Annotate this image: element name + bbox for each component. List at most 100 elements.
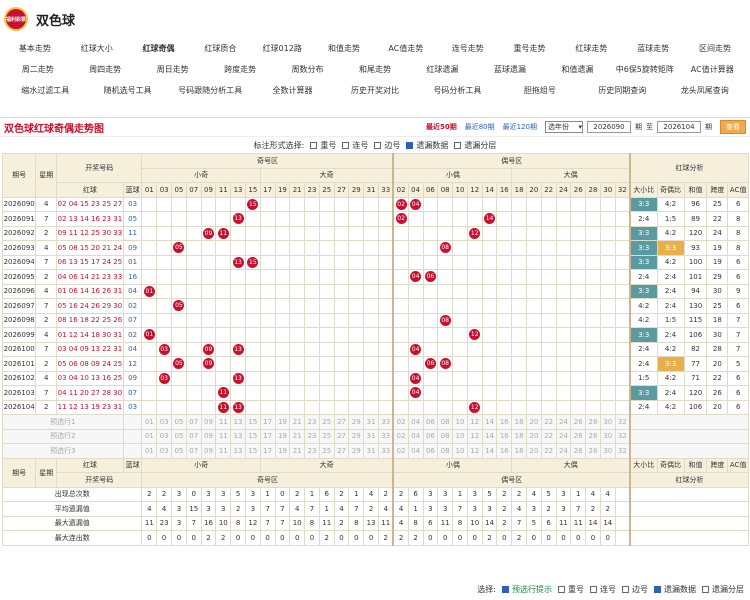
checkbox-icon[interactable] bbox=[310, 141, 318, 149]
even-cell bbox=[392, 283, 409, 299]
analysis-cell: 2:4 bbox=[656, 385, 685, 401]
nav-link[interactable]: 和尾走势 bbox=[341, 64, 408, 75]
nav-link[interactable]: 历史开奖对比 bbox=[334, 85, 416, 96]
nav-link[interactable]: 号码跟随分析工具 bbox=[169, 85, 251, 96]
foot-option[interactable]: 遗漏数据 bbox=[654, 584, 696, 595]
even-cell bbox=[585, 211, 601, 227]
nav-link[interactable]: 号码分析工具 bbox=[416, 85, 498, 96]
preselect-odd: 13 bbox=[230, 443, 246, 459]
analysis-cell: 3:3 bbox=[629, 385, 658, 401]
year-select[interactable]: 选年份 ▾ bbox=[545, 121, 583, 133]
preselect-even: 18 bbox=[511, 443, 527, 459]
nav-link[interactable]: 周四走势 bbox=[71, 64, 138, 75]
even-cell: 08 bbox=[437, 356, 454, 372]
nav-link[interactable]: 周数分布 bbox=[274, 64, 341, 75]
nav-link[interactable]: 连号走势 bbox=[437, 43, 499, 54]
nav-link[interactable]: 跨度走势 bbox=[206, 64, 273, 75]
recent-50-link[interactable]: 最近50期 bbox=[426, 122, 457, 132]
odd-cell bbox=[215, 283, 232, 299]
checkbox-icon[interactable] bbox=[342, 141, 350, 149]
even-cell bbox=[466, 298, 483, 314]
recent-120-link[interactable]: 最近120期 bbox=[503, 122, 537, 132]
checkbox-icon[interactable] bbox=[558, 585, 565, 593]
even-cell bbox=[511, 385, 527, 401]
blue-number-cell: 04 bbox=[122, 341, 143, 357]
checkbox-icon[interactable] bbox=[374, 141, 382, 149]
foot-option[interactable]: 边号 bbox=[622, 584, 648, 595]
nav-link[interactable]: 历史同期查询 bbox=[581, 85, 663, 96]
analysis-col-header: 和值 bbox=[683, 182, 708, 198]
stats-cell: 2 bbox=[407, 530, 424, 546]
nav-link[interactable]: 红球质合 bbox=[189, 43, 251, 54]
nav-link[interactable]: 蓝球走势 bbox=[622, 43, 684, 54]
even-cell bbox=[481, 269, 498, 285]
nav-link[interactable]: 和值遗漏 bbox=[544, 64, 611, 75]
even-cell bbox=[585, 385, 601, 401]
nav-link[interactable]: 红球大小 bbox=[66, 43, 128, 54]
nav-link[interactable]: 胆拖组号 bbox=[499, 85, 581, 96]
preselect-even: 10 bbox=[452, 428, 468, 444]
analysis-cell: 7 bbox=[727, 327, 750, 343]
nav-link[interactable]: 重号走势 bbox=[499, 43, 561, 54]
checkbox-icon[interactable] bbox=[406, 141, 414, 149]
nav-link[interactable]: 缩水过滤工具 bbox=[4, 85, 86, 96]
checkbox-icon[interactable] bbox=[454, 141, 462, 149]
odd-cell bbox=[333, 399, 350, 415]
page-title: 双色球红球奇偶走势图 bbox=[4, 123, 104, 135]
checkbox-icon[interactable] bbox=[502, 585, 509, 593]
lottery-logo[interactable]: 福利彩票 bbox=[4, 7, 28, 31]
nav-link[interactable]: 红球走势 bbox=[560, 43, 622, 54]
preselect-even: 04 bbox=[407, 428, 424, 444]
foot-option[interactable]: 预选行提示 bbox=[502, 584, 552, 595]
checkbox-icon[interactable] bbox=[702, 585, 709, 593]
analysis-cell: 77 bbox=[683, 356, 708, 372]
nav-link[interactable]: 龙头凤尾查询 bbox=[664, 85, 746, 96]
foot-option[interactable]: 重号 bbox=[558, 584, 584, 595]
odd-cell bbox=[171, 283, 187, 299]
even-cell bbox=[540, 211, 557, 227]
even-cell bbox=[614, 240, 631, 256]
nav-link[interactable]: 和值走势 bbox=[313, 43, 375, 54]
preselect-even: 06 bbox=[422, 428, 439, 444]
filter-option[interactable]: 边号 bbox=[374, 140, 400, 151]
nav-link[interactable]: AC值计算器 bbox=[679, 64, 746, 75]
nav-link[interactable]: 中6保5旋转矩阵 bbox=[611, 64, 678, 75]
nav-link[interactable]: 周日走势 bbox=[139, 64, 206, 75]
query-button[interactable]: 查看 bbox=[720, 120, 746, 134]
even-cell bbox=[422, 312, 439, 328]
nav-link[interactable]: 基本走势 bbox=[4, 43, 66, 54]
filter-option[interactable]: 重号 bbox=[310, 140, 336, 151]
odd-cell bbox=[200, 298, 217, 314]
stats-cell: 14 bbox=[599, 515, 616, 531]
nav-link[interactable]: AC值走势 bbox=[375, 43, 437, 54]
filter-option[interactable]: 连号 bbox=[342, 140, 368, 151]
red-ball: 12 bbox=[469, 329, 481, 341]
nav-link[interactable]: 周二走势 bbox=[4, 64, 71, 75]
nav-link[interactable]: 红球奇偶 bbox=[128, 43, 190, 54]
odd-cell bbox=[289, 356, 306, 372]
nav-link[interactable]: 全数计算器 bbox=[251, 85, 333, 96]
small-odd-header: 小奇 bbox=[141, 457, 261, 473]
to-period-input[interactable]: 2026104 bbox=[657, 121, 701, 133]
checkbox-icon[interactable] bbox=[654, 585, 661, 593]
checkbox-icon[interactable] bbox=[622, 585, 629, 593]
nav-link[interactable]: 区间走势 bbox=[684, 43, 746, 54]
odd-cell bbox=[304, 254, 320, 270]
nav-link[interactable]: 红球012路 bbox=[251, 43, 313, 54]
red-numbers-cell: 08 16 18 22 25 26 bbox=[56, 312, 124, 328]
recent-80-link[interactable]: 最近80期 bbox=[465, 122, 495, 132]
nav-link[interactable]: 蓝球遗漏 bbox=[476, 64, 543, 75]
checkbox-icon[interactable] bbox=[590, 585, 597, 593]
filter-option[interactable]: 遗漏分层 bbox=[454, 140, 496, 151]
nav-link[interactable]: 红球遗漏 bbox=[409, 64, 476, 75]
from-period-input[interactable]: 2026090 bbox=[587, 121, 631, 133]
foot-option[interactable]: 连号 bbox=[590, 584, 616, 595]
trend-table: 期号 星期 开奖号码 奇号区 偶号区 红球分析 小奇 大奇 小偶 大偶 红球 蓝球 01 03 05 07 09… bbox=[1, 153, 750, 546]
foot-option[interactable]: 遗漏分层 bbox=[702, 584, 744, 595]
nav-link[interactable]: 随机选号工具 bbox=[86, 85, 168, 96]
even-cell bbox=[614, 399, 631, 415]
filter-option[interactable]: 遗漏数据 bbox=[406, 140, 448, 151]
stats-cell: 2 bbox=[481, 530, 498, 546]
even-cell bbox=[570, 385, 587, 401]
preselect-odd: 33 bbox=[377, 414, 395, 430]
